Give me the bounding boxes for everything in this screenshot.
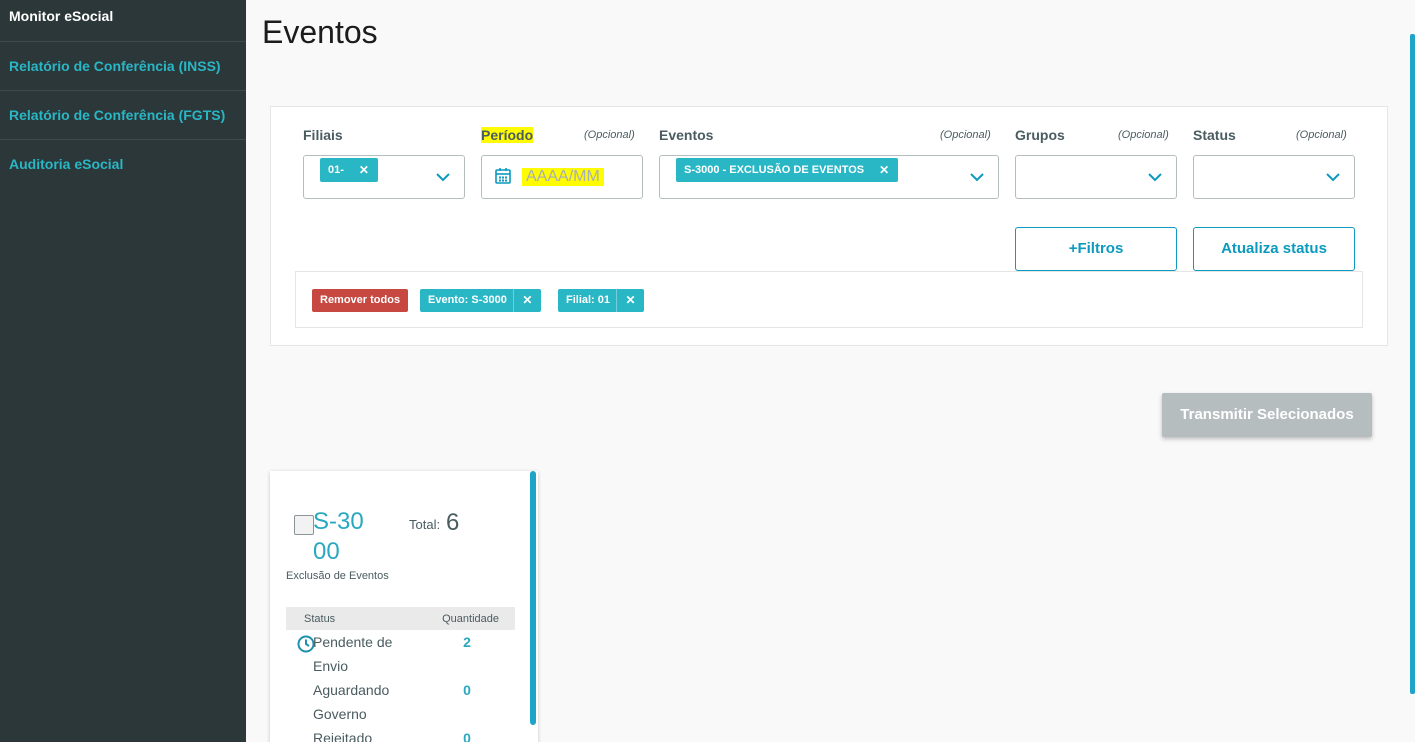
calendar-icon[interactable] <box>494 167 512 185</box>
chevron-down-icon[interactable] <box>1325 169 1341 185</box>
status-row-quantity[interactable]: 0 <box>455 682 479 698</box>
grupos-optional: (Opcional) <box>1118 129 1169 141</box>
status-select[interactable] <box>1193 155 1355 199</box>
status-label: Status <box>1193 127 1236 143</box>
status-table-header: Status Quantidade <box>286 607 515 630</box>
status-row-label: Aguardando Governo <box>313 682 390 722</box>
eventos-optional: (Opcional) <box>940 129 991 141</box>
periodo-label: Período <box>481 127 534 143</box>
filter-tag-label: Evento: S-3000 <box>428 294 507 306</box>
status-optional: (Opcional) <box>1296 129 1347 141</box>
filiais-select[interactable]: 01- ✕ <box>303 155 465 199</box>
close-icon[interactable]: ✕ <box>870 158 898 182</box>
chevron-down-icon[interactable] <box>969 169 985 185</box>
close-icon[interactable]: ✕ <box>512 289 541 312</box>
chevron-down-icon[interactable] <box>435 169 451 185</box>
periodo-placeholder: AAAA/MM <box>522 168 604 186</box>
eventos-select[interactable]: S-3000 - EXCLUSÃO DE EVENTOS ✕ <box>659 155 999 199</box>
filter-tag-evento: Evento: S-3000 ✕ <box>420 289 541 312</box>
close-icon[interactable]: ✕ <box>616 289 644 312</box>
eventos-chip: S-3000 - EXCLUSÃO DE EVENTOS ✕ <box>676 158 899 182</box>
card-accent-bar <box>530 471 536 725</box>
total-value: 6 <box>446 509 460 536</box>
sidebar-item-auditoria-esocial[interactable]: Auditoria eSocial <box>0 140 246 188</box>
header-status: Status <box>304 613 336 625</box>
status-row-quantity[interactable]: 2 <box>455 634 479 650</box>
event-code[interactable]: S-3000 <box>313 507 375 567</box>
refresh-status-button[interactable]: Atualiza status <box>1193 227 1355 271</box>
chevron-down-icon[interactable] <box>1147 169 1163 185</box>
filiais-label: Filiais <box>303 127 343 143</box>
grupos-select[interactable] <box>1015 155 1177 199</box>
event-card: S-3000 Exclusão de Eventos Total: 6 Stat… <box>270 471 538 742</box>
filter-tag-label: Filial: 01 <box>566 294 611 306</box>
status-row-label: Rejeitado <box>313 730 373 742</box>
sidebar: Monitor eSocial Relatório de Conferência… <box>0 0 246 742</box>
filter-panel: Filiais 01- ✕ Período (Opcional) AAAA/MM… <box>270 106 1388 346</box>
status-row-label: Pendente de Envio <box>313 634 393 674</box>
active-filters: Remover todos Evento: S-3000 ✕ Filial: 0… <box>295 271 1363 328</box>
page-title: Eventos <box>262 14 378 50</box>
periodo-optional: (Opcional) <box>584 129 635 141</box>
header-quantity: Quantidade <box>442 613 499 625</box>
eventos-label: Eventos <box>659 127 714 143</box>
periodo-field[interactable]: AAAA/MM <box>481 155 643 199</box>
event-checkbox[interactable] <box>294 515 314 535</box>
transmit-selected-button[interactable]: Transmitir Selecionados <box>1162 393 1372 437</box>
sidebar-item-monitor-esocial[interactable]: Monitor eSocial <box>0 0 246 42</box>
remove-all-button[interactable]: Remover todos <box>312 289 409 312</box>
close-icon[interactable]: ✕ <box>350 158 378 182</box>
filter-tag-filial: Filial: 01 ✕ <box>558 289 645 312</box>
scrollbar[interactable] <box>1410 34 1415 694</box>
grupos-label: Grupos <box>1015 127 1065 143</box>
eventos-chip-label: S-3000 - EXCLUSÃO DE EVENTOS <box>684 164 865 176</box>
event-description: Exclusão de Eventos <box>286 570 389 582</box>
filiais-chip-label: 01- <box>328 164 344 176</box>
status-row-quantity[interactable]: 0 <box>455 730 479 742</box>
more-filters-button[interactable]: +Filtros <box>1015 227 1177 271</box>
sidebar-item-relatorio-fgts[interactable]: Relatório de Conferência (FGTS) <box>0 91 246 140</box>
filiais-chip: 01- ✕ <box>320 158 378 182</box>
sidebar-item-relatorio-inss[interactable]: Relatório de Conferência (INSS) <box>0 42 246 91</box>
total-label: Total: <box>409 517 441 532</box>
